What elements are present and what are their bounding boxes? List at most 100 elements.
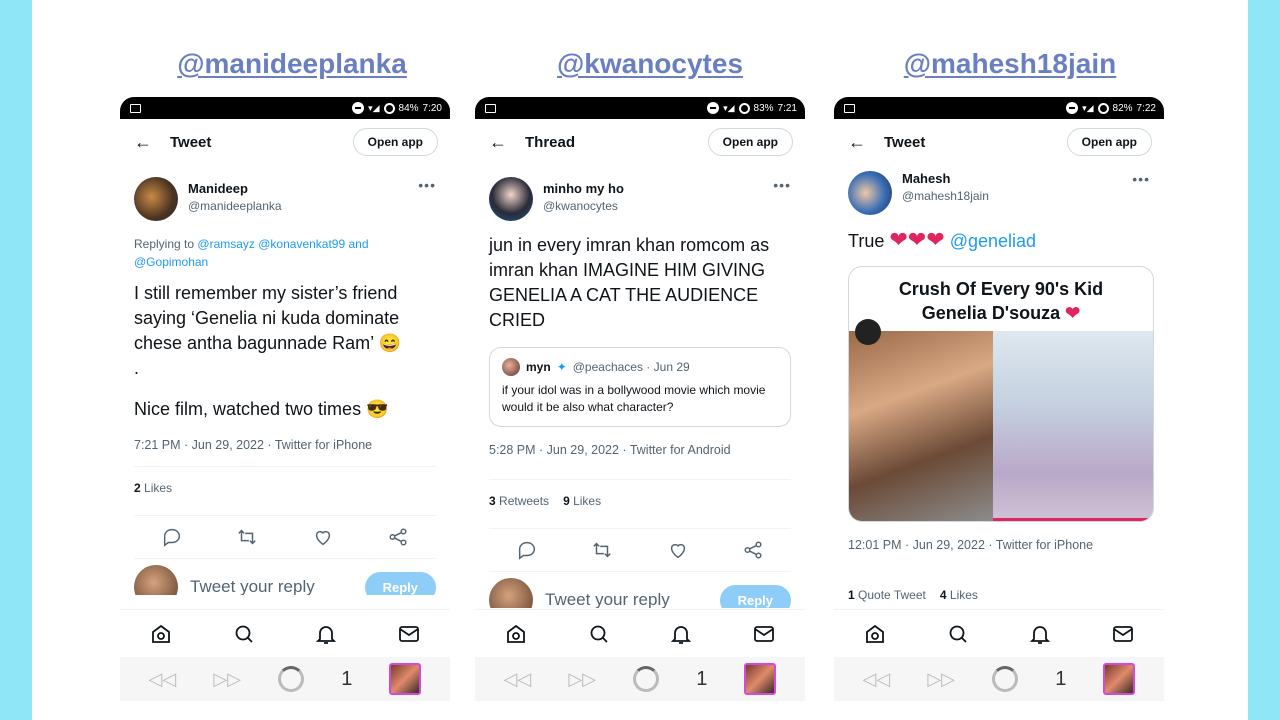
reply-composer: Tweet your reply Reply	[120, 559, 450, 595]
reply-input[interactable]: Tweet your reply	[545, 590, 708, 608]
tweet-stats: 3 Retweets 9 Likes	[489, 480, 791, 528]
fast-forward-icon[interactable]: ▷▷	[213, 669, 241, 690]
author-username[interactable]: @mahesh18jain	[902, 189, 1122, 203]
tweet-text-2: Nice film, watched two times 😎	[134, 399, 389, 419]
reply-button[interactable]: Reply	[719, 584, 791, 608]
tweet-header: ← Tweet Open app	[120, 119, 450, 165]
verified-icon: ✦	[556, 360, 567, 374]
avatar[interactable]	[134, 177, 178, 221]
open-app-button[interactable]: Open app	[1066, 128, 1152, 156]
back-arrow-icon[interactable]: ←	[848, 132, 884, 153]
likes-stat[interactable]: 9 Likes	[563, 494, 601, 508]
more-options-icon[interactable]: •••	[773, 177, 791, 193]
author-username[interactable]: @manideeplanka	[188, 199, 408, 213]
open-app-button[interactable]: Open app	[352, 128, 438, 156]
alarm-icon	[1097, 102, 1109, 114]
reply-avatar	[489, 578, 533, 608]
avatar[interactable]	[848, 171, 892, 215]
tab-count[interactable]: 1	[341, 668, 352, 691]
tweet-text: True ❤❤❤ @geneliad	[848, 227, 1150, 254]
home-icon[interactable]	[149, 622, 173, 646]
heart-emojis: ❤❤❤	[889, 227, 945, 252]
handle-label-3: @mahesh18jain	[903, 48, 1117, 79]
retweet-icon[interactable]	[236, 526, 258, 548]
fast-forward-icon[interactable]: ▷▷	[927, 669, 955, 690]
phone-screenshot-3: ▾◢ 82% 7:22 ← Tweet Open app Mahesh @mah…	[834, 97, 1164, 717]
tweet-author: Mahesh @mahesh18jain •••	[848, 171, 1150, 215]
quote-tweets-stat[interactable]: 1 Quote Tweet	[848, 588, 926, 602]
tab-thumbnail[interactable]	[1103, 663, 1136, 695]
likes-stat[interactable]: 4 Likes	[940, 588, 978, 602]
notification-icon	[130, 103, 141, 113]
avatar[interactable]	[489, 177, 533, 221]
tweet-image[interactable]: Crush Of Every 90's Kid Genelia D'souza …	[848, 266, 1154, 522]
tweet-text-prefix: True	[848, 231, 885, 251]
retweets-stat[interactable]: 3 Retweets	[489, 494, 549, 508]
reply-icon[interactable]	[516, 539, 538, 561]
tab-thumbnail[interactable]	[389, 663, 422, 695]
reply-input[interactable]: Tweet your reply	[190, 577, 353, 595]
notifications-icon[interactable]	[669, 622, 693, 646]
tweet-author: minho my ho @kwanocytes •••	[489, 177, 791, 221]
messages-icon[interactable]	[397, 622, 421, 646]
reply-button[interactable]: Reply	[364, 571, 436, 595]
clock-text: 7:20	[422, 102, 442, 114]
tab-count[interactable]: 1	[696, 668, 707, 691]
author-username[interactable]: @kwanocytes	[543, 199, 763, 213]
likes-stat[interactable]: 2 Likes	[134, 481, 172, 495]
bottom-nav	[834, 609, 1164, 657]
signal-icon: ▾◢	[723, 102, 735, 113]
messages-icon[interactable]	[752, 622, 776, 646]
more-options-icon[interactable]: •••	[1132, 171, 1150, 187]
quoted-tweet[interactable]: myn ✦ @peachaces · Jun 29 if your idol w…	[489, 347, 791, 427]
browser-toolbar: ◁◁ ▷▷ 1	[475, 657, 805, 701]
tweet-text: I still remember my sister’s friend sayi…	[134, 283, 401, 353]
battery-text: 82%	[1112, 102, 1133, 114]
reply-icon[interactable]	[161, 526, 183, 548]
author-name[interactable]: Manideep	[188, 181, 408, 196]
like-icon[interactable]	[667, 539, 689, 561]
more-options-icon[interactable]: •••	[418, 177, 436, 193]
loading-icon[interactable]	[633, 666, 660, 692]
mention-link[interactable]: @geneliad	[950, 231, 1036, 251]
tweet-actions	[134, 515, 436, 559]
tweet-stats: 1 Quote Tweet 4 Likes	[848, 552, 1150, 610]
search-icon[interactable]	[587, 622, 611, 646]
like-icon[interactable]	[312, 526, 334, 548]
signal-icon: ▾◢	[1082, 102, 1094, 113]
quoted-author-name: myn	[526, 360, 551, 374]
back-arrow-icon[interactable]: ←	[134, 132, 170, 153]
quoted-text: if your idol was in a bollywood movie wh…	[502, 383, 766, 414]
tab-count[interactable]: 1	[1055, 668, 1066, 691]
tweet-header: ← Thread Open app	[475, 119, 805, 165]
loading-icon[interactable]	[992, 666, 1019, 692]
notifications-icon[interactable]	[314, 622, 338, 646]
replying-to-prefix: Replying to	[134, 237, 195, 251]
messages-icon[interactable]	[1111, 622, 1135, 646]
rewind-icon[interactable]: ◁◁	[149, 669, 177, 690]
retweet-icon[interactable]	[591, 539, 613, 561]
author-name[interactable]: minho my ho	[543, 181, 763, 196]
battery-text: 83%	[753, 102, 774, 114]
back-arrow-icon[interactable]: ←	[489, 132, 525, 153]
author-name[interactable]: Mahesh	[902, 171, 1122, 186]
tab-thumbnail[interactable]	[744, 663, 777, 695]
share-icon[interactable]	[742, 539, 764, 561]
search-icon[interactable]	[232, 622, 256, 646]
image-title-line-2: Genelia D'souza ❤	[921, 303, 1081, 323]
browser-toolbar: ◁◁ ▷▷ 1	[834, 657, 1164, 701]
share-icon[interactable]	[387, 526, 409, 548]
home-icon[interactable]	[863, 622, 887, 646]
tweet: Manideep @manideeplanka ••• Replying to …	[120, 165, 450, 515]
tweet-text: jun in every imran khan romcom as imran …	[489, 235, 770, 330]
page-title: Thread	[525, 133, 576, 151]
loading-icon[interactable]	[278, 666, 305, 692]
search-icon[interactable]	[946, 622, 970, 646]
open-app-button[interactable]: Open app	[707, 128, 793, 156]
home-icon[interactable]	[504, 622, 528, 646]
rewind-icon[interactable]: ◁◁	[863, 669, 891, 690]
notification-icon	[844, 103, 855, 113]
rewind-icon[interactable]: ◁◁	[504, 669, 532, 690]
fast-forward-icon[interactable]: ▷▷	[568, 669, 596, 690]
notifications-icon[interactable]	[1028, 622, 1052, 646]
